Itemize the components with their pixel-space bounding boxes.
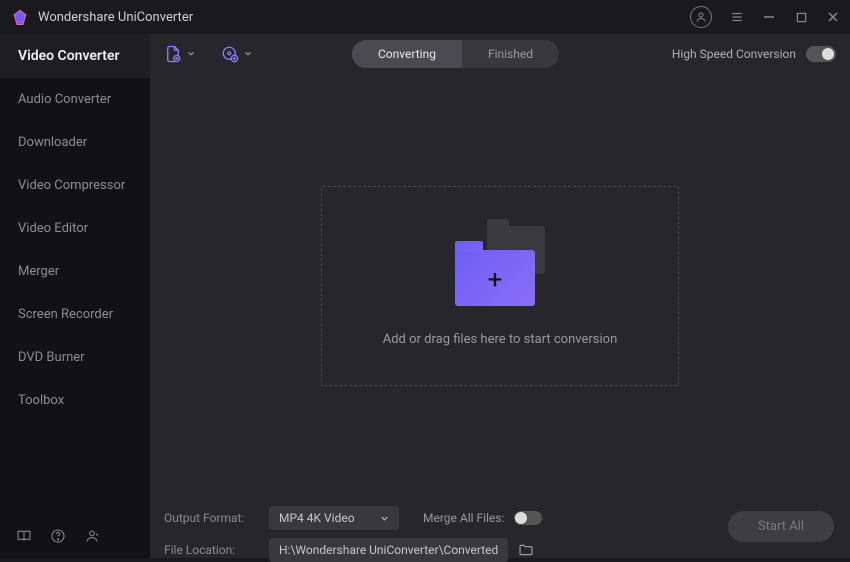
close-icon[interactable] bbox=[826, 10, 840, 24]
minimize-icon[interactable] bbox=[762, 10, 776, 24]
high-speed-toggle[interactable] bbox=[806, 46, 836, 62]
sidebar-item-video-converter[interactable]: Video Converter bbox=[0, 34, 150, 78]
start-all-button[interactable]: Start All bbox=[728, 511, 834, 542]
topbar: Converting Finished High Speed Conversio… bbox=[150, 34, 850, 74]
sidebar-item-audio-converter[interactable]: Audio Converter bbox=[0, 78, 150, 121]
sidebar-item-downloader[interactable]: Downloader bbox=[0, 121, 150, 164]
add-dvd-button[interactable] bbox=[221, 45, 252, 63]
sidebar-item-video-compressor[interactable]: Video Compressor bbox=[0, 164, 150, 207]
titlebar: Wondershare UniConverter bbox=[0, 0, 850, 34]
tab-finished[interactable]: Finished bbox=[462, 40, 559, 68]
sidebar-item-video-editor[interactable]: Video Editor bbox=[0, 207, 150, 250]
add-folder-icon: + bbox=[455, 226, 545, 306]
sidebar-item-toolbox[interactable]: Toolbox bbox=[0, 379, 150, 422]
high-speed-label: High Speed Conversion bbox=[672, 47, 796, 61]
status-tabs: Converting Finished bbox=[352, 40, 559, 68]
account-icon[interactable] bbox=[690, 6, 712, 28]
app-logo-icon bbox=[10, 7, 30, 27]
merge-toggle[interactable] bbox=[514, 511, 542, 525]
chevron-down-icon bbox=[187, 50, 195, 58]
sidebar-item-dvd-burner[interactable]: DVD Burner bbox=[0, 336, 150, 379]
sidebar-item-merger[interactable]: Merger bbox=[0, 250, 150, 293]
output-format-label: Output Format: bbox=[164, 511, 259, 525]
output-format-value: MP4 4K Video bbox=[279, 511, 355, 525]
help-icon[interactable] bbox=[50, 528, 66, 544]
menu-icon[interactable] bbox=[730, 10, 744, 24]
tutorial-icon[interactable] bbox=[16, 528, 32, 544]
browse-folder-icon[interactable] bbox=[518, 542, 534, 558]
output-format-select[interactable]: MP4 4K Video bbox=[269, 506, 399, 530]
sidebar: Video Converter Audio Converter Download… bbox=[0, 34, 150, 558]
dropzone-text: Add or drag files here to start conversi… bbox=[383, 332, 618, 347]
maximize-icon[interactable] bbox=[794, 10, 808, 24]
contact-icon[interactable] bbox=[84, 528, 100, 544]
app-title: Wondershare UniConverter bbox=[38, 10, 690, 25]
add-file-button[interactable] bbox=[164, 45, 195, 63]
merge-label: Merge All Files: bbox=[423, 511, 504, 525]
file-location-input[interactable]: H:\Wondershare UniConverter\Converted bbox=[269, 538, 508, 562]
tab-converting[interactable]: Converting bbox=[352, 40, 462, 68]
chevron-down-icon bbox=[244, 50, 252, 58]
chevron-down-icon bbox=[380, 514, 389, 523]
sidebar-item-screen-recorder[interactable]: Screen Recorder bbox=[0, 293, 150, 336]
dropzone[interactable]: + Add or drag files here to start conver… bbox=[321, 186, 679, 386]
file-location-label: File Location: bbox=[164, 543, 259, 557]
main-panel: Converting Finished High Speed Conversio… bbox=[150, 34, 850, 558]
